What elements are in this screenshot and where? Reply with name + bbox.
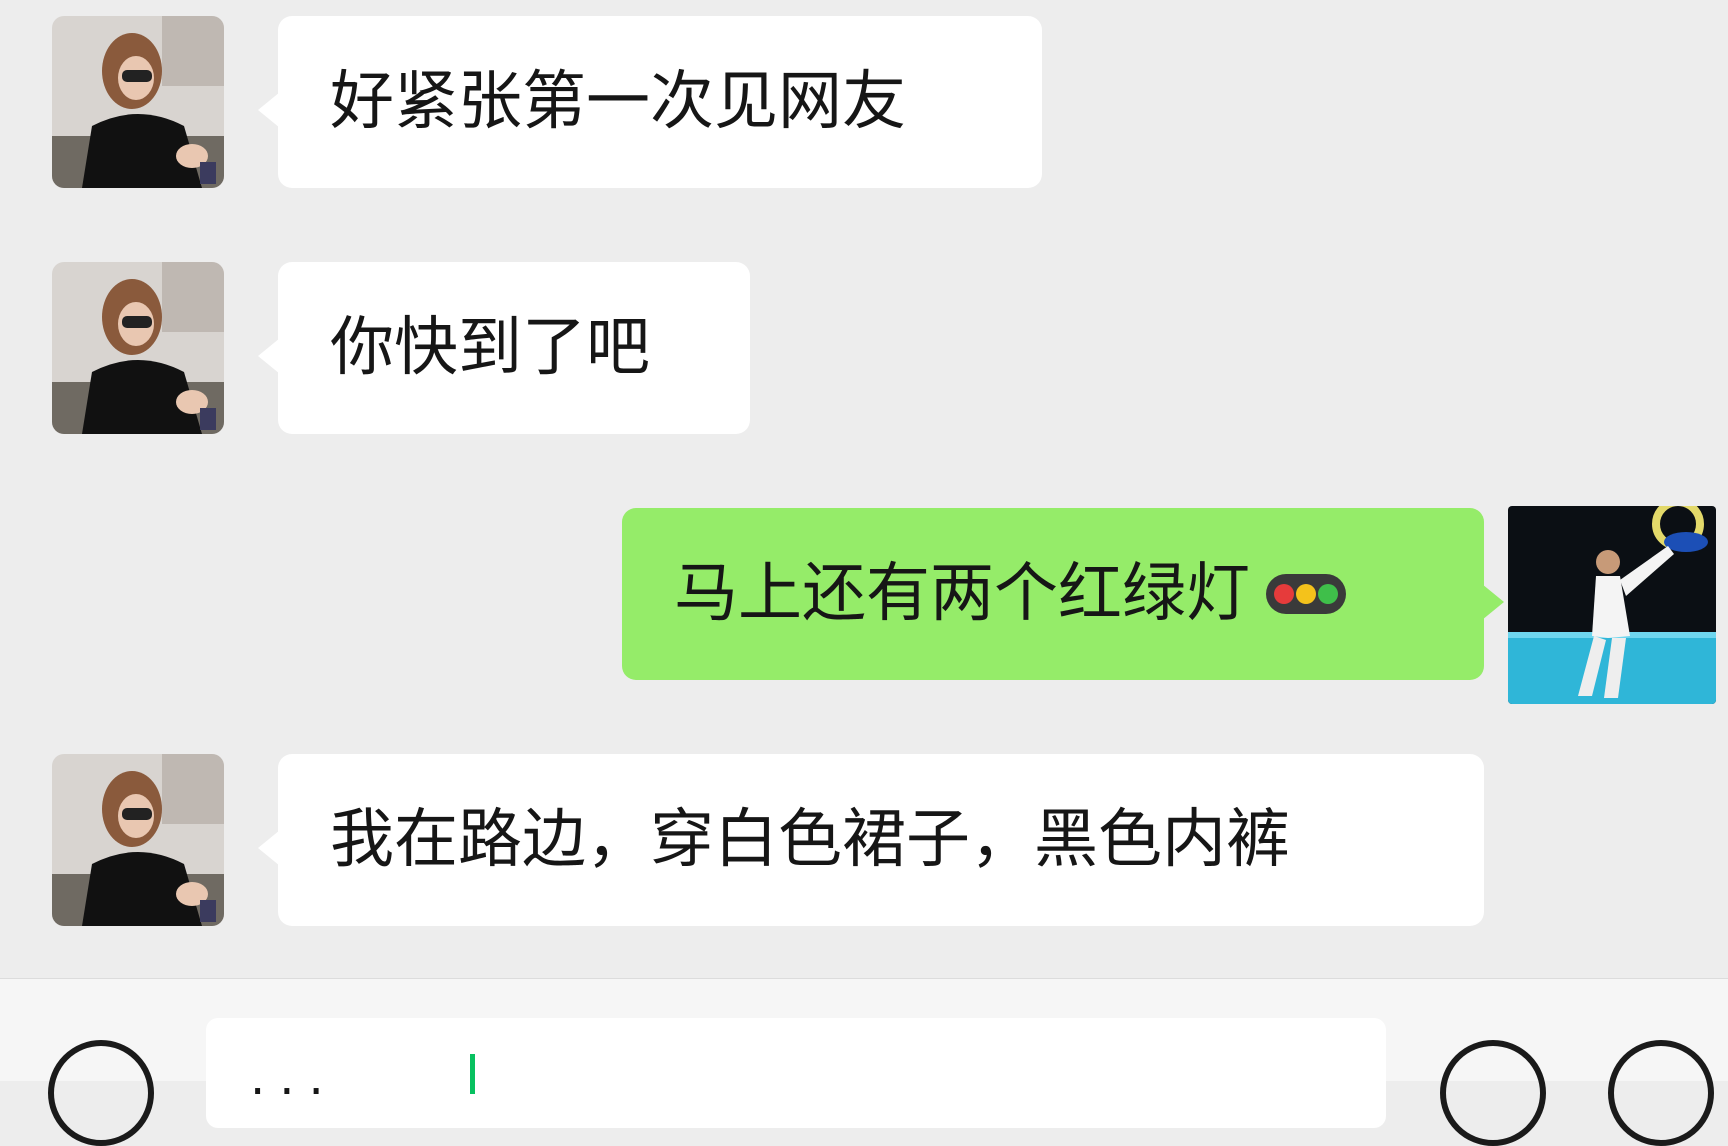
contact-avatar[interactable] — [52, 262, 224, 434]
chat-area: 好紧张第一次见网友 你快到了吧 马上还有两个红绿灯 我在路边，穿白色裙子，黑色内… — [0, 0, 1728, 978]
plus-icon[interactable] — [1608, 1040, 1714, 1146]
contact-photo — [52, 262, 224, 434]
text-caret — [470, 1054, 475, 1094]
message-text: 马上还有两个红绿灯 — [674, 557, 1250, 631]
contact-avatar[interactable] — [52, 754, 224, 926]
self-photo — [1508, 506, 1716, 704]
message-bubble[interactable]: 好紧张第一次见网友 — [258, 16, 1042, 188]
contact-photo — [52, 16, 224, 188]
message-text: 我在路边，穿白色裙子，黑色内裤 — [330, 803, 1290, 877]
draft-text: ... — [250, 1050, 338, 1106]
contact-avatar[interactable] — [52, 16, 224, 188]
message-bubble-outgoing[interactable]: 马上还有两个红绿灯 — [622, 508, 1504, 680]
traffic-light-emoji — [1266, 574, 1346, 614]
message-bubble[interactable]: 我在路边，穿白色裙子，黑色内裤 — [258, 754, 1484, 926]
contact-photo — [52, 754, 224, 926]
voice-icon[interactable] — [48, 1040, 154, 1146]
self-avatar[interactable] — [1508, 506, 1716, 704]
message-text: 好紧张第一次见网友 — [330, 65, 906, 139]
emoji-icon[interactable] — [1440, 1040, 1546, 1146]
message-text: 你快到了吧 — [330, 311, 650, 385]
message-input[interactable] — [206, 1018, 1386, 1128]
message-bubble[interactable]: 你快到了吧 — [258, 262, 750, 434]
